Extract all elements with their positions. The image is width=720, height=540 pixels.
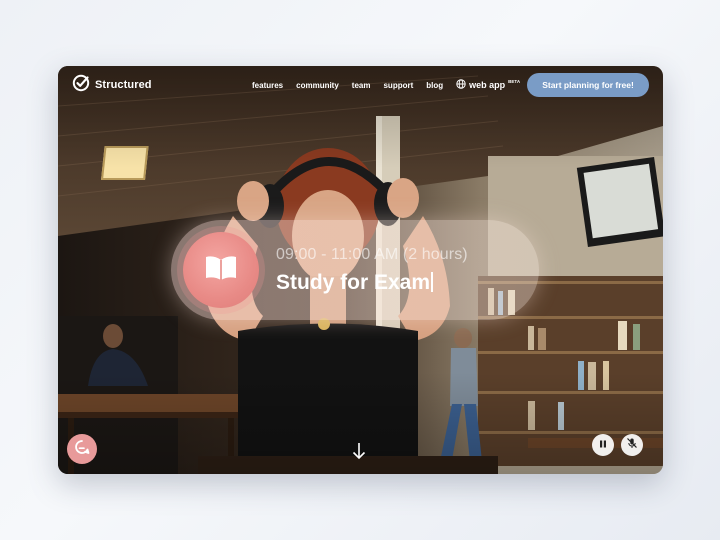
brand-logo[interactable]: Structured [72,74,152,97]
nav-link-features[interactable]: features [252,81,283,90]
web-app-label: web app [469,80,506,90]
scroll-down-button[interactable] [352,442,366,463]
muted-microphone-icon [626,436,638,454]
nav-link-team[interactable]: team [352,81,371,90]
beta-badge: BETA [508,78,521,84]
arrow-down-icon [352,443,366,464]
nav-link-support[interactable]: support [383,81,413,90]
nav-link-community[interactable]: community [296,81,339,90]
nav-links: features community team support blog web… [252,66,520,104]
task-title-field[interactable]: Study for Exam [276,271,433,295]
start-planning-button[interactable]: Start planning for free! [527,73,649,97]
text-caret [431,272,433,292]
pause-icon [598,436,608,454]
globe-icon [456,79,466,91]
chat-bubble-icon [74,439,90,460]
nav-link-blog[interactable]: blog [426,81,443,90]
mute-button[interactable] [621,434,643,456]
pause-button[interactable] [592,434,614,456]
brand-name: Structured [95,79,152,91]
nav-link-web-app[interactable]: web app BETA [456,79,520,91]
chat-button[interactable] [67,434,97,464]
open-book-icon [204,254,238,287]
task-icon-circle [183,232,259,308]
top-navbar: Structured features community team suppo… [58,66,663,104]
task-title-text: Study for Exam [276,271,431,294]
check-circle-logo-icon [72,74,90,97]
task-time: 09:00 - 11:00 AM (2 hours) [276,246,468,263]
hero-video-window: Structured features community team suppo… [58,66,663,474]
